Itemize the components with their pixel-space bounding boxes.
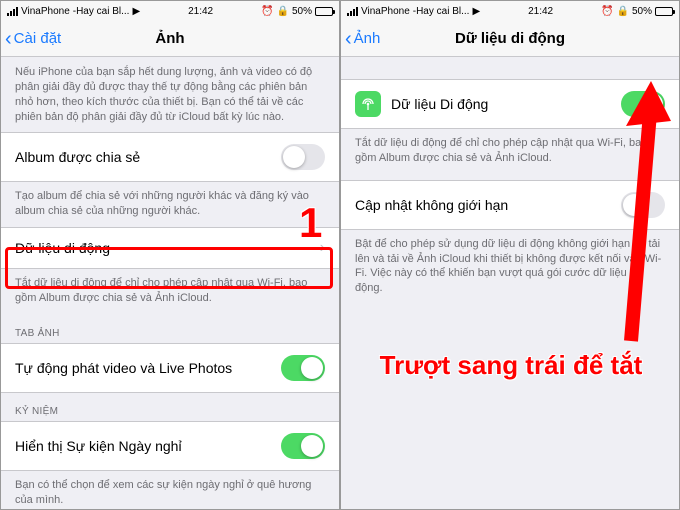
battery-icon [655,7,673,16]
cellular-desc: Tắt dữ liệu di động để chỉ cho phép cập … [341,128,679,174]
row-holiday-events[interactable]: Hiển thị Sự kiện Ngày nghỉ [1,421,339,471]
status-bar: VinaPhone -Hay cai Bl... ▶ 21:42 ⏰ 🔒 50% [1,1,339,21]
play-icon: ▶ [472,6,480,17]
section-header-memories: KỶ NIỆM [1,392,339,421]
toggle-shared-album[interactable] [281,144,325,170]
play-icon: ▶ [132,6,140,17]
content[interactable]: Dữ liệu Di động Tắt dữ liệu di động để c… [341,57,679,509]
row-label: Tự động phát video và Live Photos [15,360,281,376]
shared-desc: Tạo album để chia sẻ với những người khá… [1,181,339,227]
row-label: Album được chia sẻ [15,149,281,165]
nowplaying-label: -Hay cai Bl... [413,6,470,17]
phone-right: VinaPhone -Hay cai Bl... ▶ 21:42 ⏰ 🔒 50%… [340,0,680,510]
carrier-label: VinaPhone [361,6,410,17]
back-button[interactable]: ‹ Cài đặt [5,21,61,56]
holiday-desc: Bạn có thể chọn để xem các sự kiện ngày … [1,470,339,509]
signal-icon [347,7,358,16]
battery-pct: 50% [292,6,312,17]
alarm-icon: ⏰ [601,6,613,17]
orientation-lock-icon: 🔒 [277,6,289,17]
phone-left: VinaPhone -Hay cai Bl... ▶ 21:42 ⏰ 🔒 50%… [0,0,340,510]
row-label: Hiển thị Sự kiện Ngày nghỉ [15,438,281,454]
clock-label: 21:42 [188,6,213,17]
unlimited-desc: Bật để cho phép sử dụng dữ liệu di động … [341,229,679,304]
status-bar: VinaPhone -Hay cai Bl... ▶ 21:42 ⏰ 🔒 50% [341,1,679,21]
back-label: Ảnh [354,30,381,47]
nowplaying-label: -Hay cai Bl... [73,6,130,17]
nav-bar: ‹ Ảnh Dữ liệu di động [341,21,679,57]
signal-icon [7,7,18,16]
toggle-autoplay[interactable] [281,355,325,381]
alarm-icon: ⏰ [261,6,273,17]
annotation-number-1: 1 [299,199,322,247]
row-shared-album[interactable]: Album được chia sẻ [1,132,339,182]
toggle-cellular[interactable] [621,91,665,117]
carrier-label: VinaPhone [21,6,70,17]
row-unlimited-updates[interactable]: Cập nhật không giới hạn [341,180,679,230]
row-cellular-data[interactable]: Dữ liệu di động › [1,227,339,269]
row-autoplay[interactable]: Tự động phát video và Live Photos [1,343,339,393]
cellular-desc: Tắt dữ liệu di động để chỉ cho phép cập … [1,268,339,314]
row-cellular-data[interactable]: Dữ liệu Di động [341,79,679,129]
nav-bar: ‹ Cài đặt Ảnh [1,21,339,57]
battery-pct: 50% [632,6,652,17]
section-header-tab: TAB ẢNH [1,314,339,343]
row-label: Cập nhật không giới hạn [355,197,621,213]
back-label: Cài đặt [14,30,62,47]
page-title: Ảnh [155,30,184,47]
row-label: Dữ liệu Di động [391,96,621,112]
chevron-left-icon: ‹ [345,29,352,49]
back-button[interactable]: ‹ Ảnh [345,21,380,56]
battery-icon [315,7,333,16]
chevron-left-icon: ‹ [5,29,12,49]
orientation-lock-icon: 🔒 [617,6,629,17]
toggle-unlimited[interactable] [621,192,665,218]
annotation-instruction: Trượt sang trái để tắt [361,351,661,381]
antenna-icon [355,91,381,117]
clock-label: 21:42 [528,6,553,17]
content[interactable]: Nếu iPhone của bạn sắp hết dung lượng, ả… [1,57,339,509]
page-title: Dữ liệu di động [455,30,565,47]
toggle-holiday[interactable] [281,433,325,459]
row-label: Dữ liệu di động [15,240,320,256]
intro-text: Nếu iPhone của bạn sắp hết dung lượng, ả… [1,57,339,132]
